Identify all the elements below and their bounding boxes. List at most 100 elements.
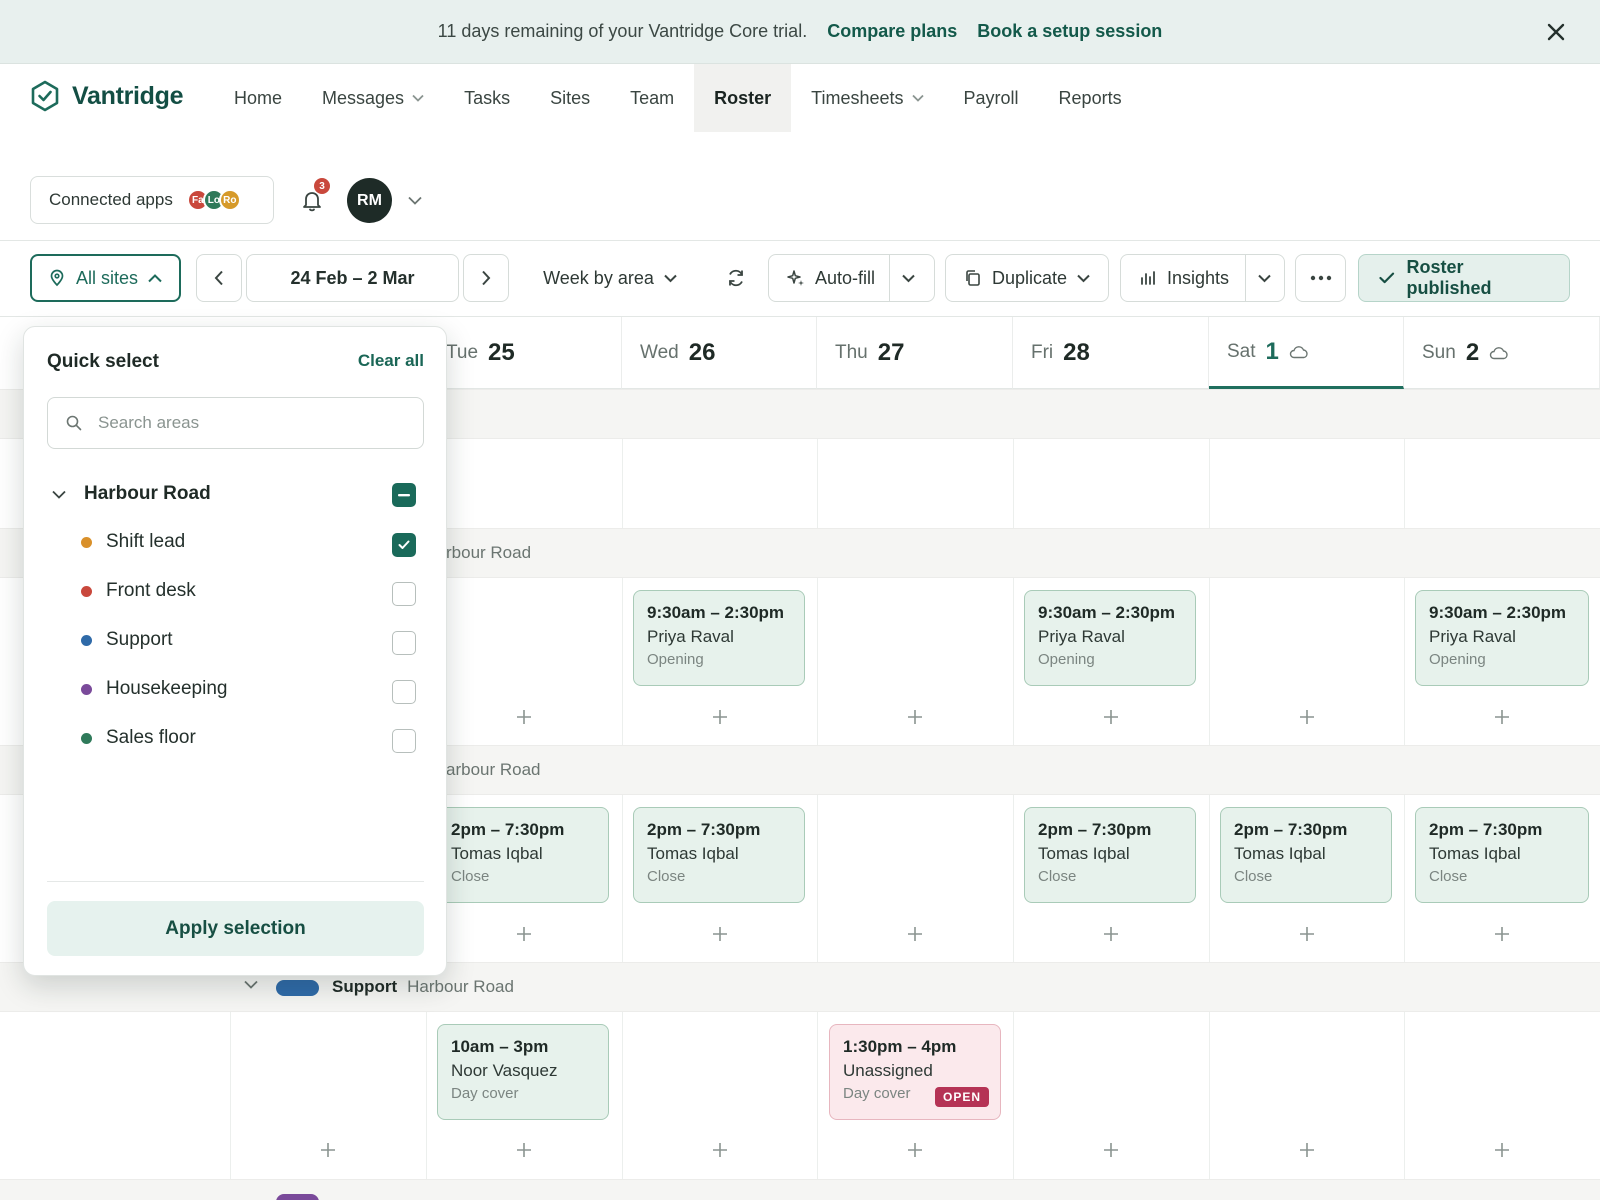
- nav-tasks[interactable]: Tasks: [444, 64, 530, 132]
- brand-logo[interactable]: Vantridge: [30, 80, 184, 112]
- insights-button[interactable]: Insights: [1121, 255, 1245, 301]
- add-shift-plus-icon[interactable]: [319, 1141, 337, 1159]
- add-shift-plus-icon[interactable]: [711, 1141, 729, 1159]
- day-header-thu[interactable]: Thu 27: [817, 317, 1013, 389]
- clear-all-button[interactable]: Clear all: [358, 351, 424, 371]
- roster-published-button[interactable]: Roster published: [1358, 254, 1570, 302]
- sites-filter-button[interactable]: All sites: [30, 254, 181, 302]
- add-shift-plus-icon[interactable]: [1102, 1141, 1120, 1159]
- chevron-down-icon[interactable]: [244, 980, 258, 989]
- chevron-down-icon: [911, 94, 924, 102]
- add-shift-plus-icon[interactable]: [515, 1141, 533, 1159]
- area-checkbox-housekeeping[interactable]: [392, 680, 416, 704]
- next-week-button[interactable]: [463, 254, 509, 302]
- view-select-label: Week by area: [543, 267, 654, 288]
- area-option-sales-floor[interactable]: Sales floor: [81, 727, 196, 749]
- shift-card[interactable]: 2pm – 7:30pm Tomas Iqbal Close: [437, 807, 609, 903]
- quick-select-panel: Quick select Clear all Harbour Road Shif…: [23, 326, 447, 976]
- more-horizontal-icon: [1310, 275, 1331, 281]
- add-shift-plus-icon[interactable]: [711, 708, 729, 726]
- open-shift-card[interactable]: 1:30pm – 4pm Unassigned Day cover OPEN: [829, 1024, 1001, 1120]
- nav-reports[interactable]: Reports: [1039, 64, 1142, 132]
- insights-label: Insights: [1167, 267, 1230, 288]
- day-name: Sat: [1227, 340, 1256, 362]
- area-search-field[interactable]: [47, 397, 424, 449]
- shift-role: Close: [1234, 868, 1273, 885]
- divider: [47, 881, 424, 882]
- add-shift-plus-icon[interactable]: [1298, 1141, 1316, 1159]
- add-shift-plus-icon[interactable]: [906, 708, 924, 726]
- user-avatar[interactable]: RM: [347, 178, 392, 223]
- group-toggle-harbour-road[interactable]: Harbour Road: [52, 483, 211, 505]
- day-header-tue[interactable]: Tue 25: [426, 317, 622, 389]
- apply-selection-button[interactable]: Apply selection: [47, 901, 424, 956]
- nav-payroll[interactable]: Payroll: [944, 64, 1039, 132]
- add-shift-plus-icon[interactable]: [711, 925, 729, 943]
- add-shift-plus-icon[interactable]: [906, 925, 924, 943]
- area-band-housekeeping[interactable]: [0, 1179, 1600, 1200]
- connected-apps-button[interactable]: Connected apps Fa Lo Ro: [30, 176, 274, 224]
- add-shift-plus-icon[interactable]: [906, 1141, 924, 1159]
- close-icon[interactable]: [1542, 18, 1570, 46]
- nav-team[interactable]: Team: [610, 64, 694, 132]
- day-header-wed[interactable]: Wed 26: [622, 317, 817, 389]
- shift-card[interactable]: 9:30am – 2:30pm Priya Raval Opening: [1415, 590, 1589, 686]
- add-shift-plus-icon[interactable]: [1493, 925, 1511, 943]
- shift-time: 2pm – 7:30pm: [1234, 820, 1348, 839]
- compare-plans-link[interactable]: Compare plans: [827, 21, 957, 42]
- nav-messages[interactable]: Messages: [302, 64, 444, 132]
- area-option-shift-lead[interactable]: Shift lead: [81, 531, 185, 553]
- shift-card[interactable]: 10am – 3pm Noor Vasquez Day cover: [437, 1024, 609, 1120]
- nav-timesheets[interactable]: Timesheets: [791, 64, 943, 132]
- shift-card[interactable]: 9:30am – 2:30pm Priya Raval Opening: [1024, 590, 1196, 686]
- add-shift-plus-icon[interactable]: [1298, 925, 1316, 943]
- day-number: 28: [1063, 338, 1090, 366]
- shift-card[interactable]: 2pm – 7:30pm Tomas Iqbal Close: [1024, 807, 1196, 903]
- insights-menu-button[interactable]: [1245, 255, 1283, 301]
- area-option-front-desk[interactable]: Front desk: [81, 580, 196, 602]
- area-label: Housekeeping: [106, 678, 228, 699]
- area-option-housekeeping[interactable]: Housekeeping: [81, 678, 227, 700]
- add-shift-plus-icon[interactable]: [1493, 708, 1511, 726]
- add-shift-plus-icon[interactable]: [1298, 708, 1316, 726]
- previous-week-button[interactable]: [196, 254, 242, 302]
- add-shift-plus-icon[interactable]: [1493, 1141, 1511, 1159]
- date-range-button[interactable]: 24 Feb – 2 Mar: [246, 254, 459, 302]
- area-search-input[interactable]: [98, 413, 398, 433]
- shift-card[interactable]: 9:30am – 2:30pm Priya Raval Opening: [633, 590, 805, 686]
- area-checkbox-support[interactable]: [392, 631, 416, 655]
- duplicate-button[interactable]: Duplicate: [945, 254, 1109, 302]
- shift-employee: Tomas Iqbal: [1038, 844, 1130, 863]
- add-shift-plus-icon[interactable]: [1102, 708, 1120, 726]
- nav-sites[interactable]: Sites: [530, 64, 610, 132]
- view-select[interactable]: Week by area: [530, 254, 690, 302]
- refresh-button[interactable]: [716, 254, 756, 302]
- book-setup-link[interactable]: Book a setup session: [977, 21, 1162, 42]
- shift-card[interactable]: 2pm – 7:30pm Tomas Iqbal Close: [1415, 807, 1589, 903]
- add-shift-plus-icon[interactable]: [515, 708, 533, 726]
- shift-employee: Tomas Iqbal: [647, 844, 739, 863]
- group-checkbox-indeterminate[interactable]: [392, 483, 416, 507]
- day-header-fri[interactable]: Fri 28: [1013, 317, 1209, 389]
- nav-home[interactable]: Home: [214, 64, 302, 132]
- day-header-sat[interactable]: Sat 1: [1209, 317, 1404, 389]
- shift-card[interactable]: 2pm – 7:30pm Tomas Iqbal Close: [1220, 807, 1392, 903]
- chevron-up-icon: [148, 273, 162, 282]
- nav-roster[interactable]: Roster: [694, 64, 792, 132]
- chevron-down-icon[interactable]: [408, 196, 422, 205]
- more-options-button[interactable]: [1295, 254, 1346, 302]
- area-checkbox-front-desk[interactable]: [392, 582, 416, 606]
- shift-card[interactable]: 2pm – 7:30pm Tomas Iqbal Close: [633, 807, 805, 903]
- add-shift-plus-icon[interactable]: [515, 925, 533, 943]
- area-checkbox-sales-floor[interactable]: [392, 729, 416, 753]
- nav-label: Roster: [714, 87, 772, 108]
- day-header-sun[interactable]: Sun 2: [1404, 317, 1600, 389]
- shift-employee: Tomas Iqbal: [1429, 844, 1521, 863]
- chevron-right-icon: [482, 270, 491, 286]
- add-shift-plus-icon[interactable]: [1102, 925, 1120, 943]
- notifications-button[interactable]: 3: [298, 178, 330, 214]
- autofill-menu-button[interactable]: [889, 255, 927, 301]
- area-checkbox-shift-lead[interactable]: [392, 533, 416, 557]
- autofill-button[interactable]: Auto-fill: [769, 255, 889, 301]
- area-option-support[interactable]: Support: [81, 629, 173, 651]
